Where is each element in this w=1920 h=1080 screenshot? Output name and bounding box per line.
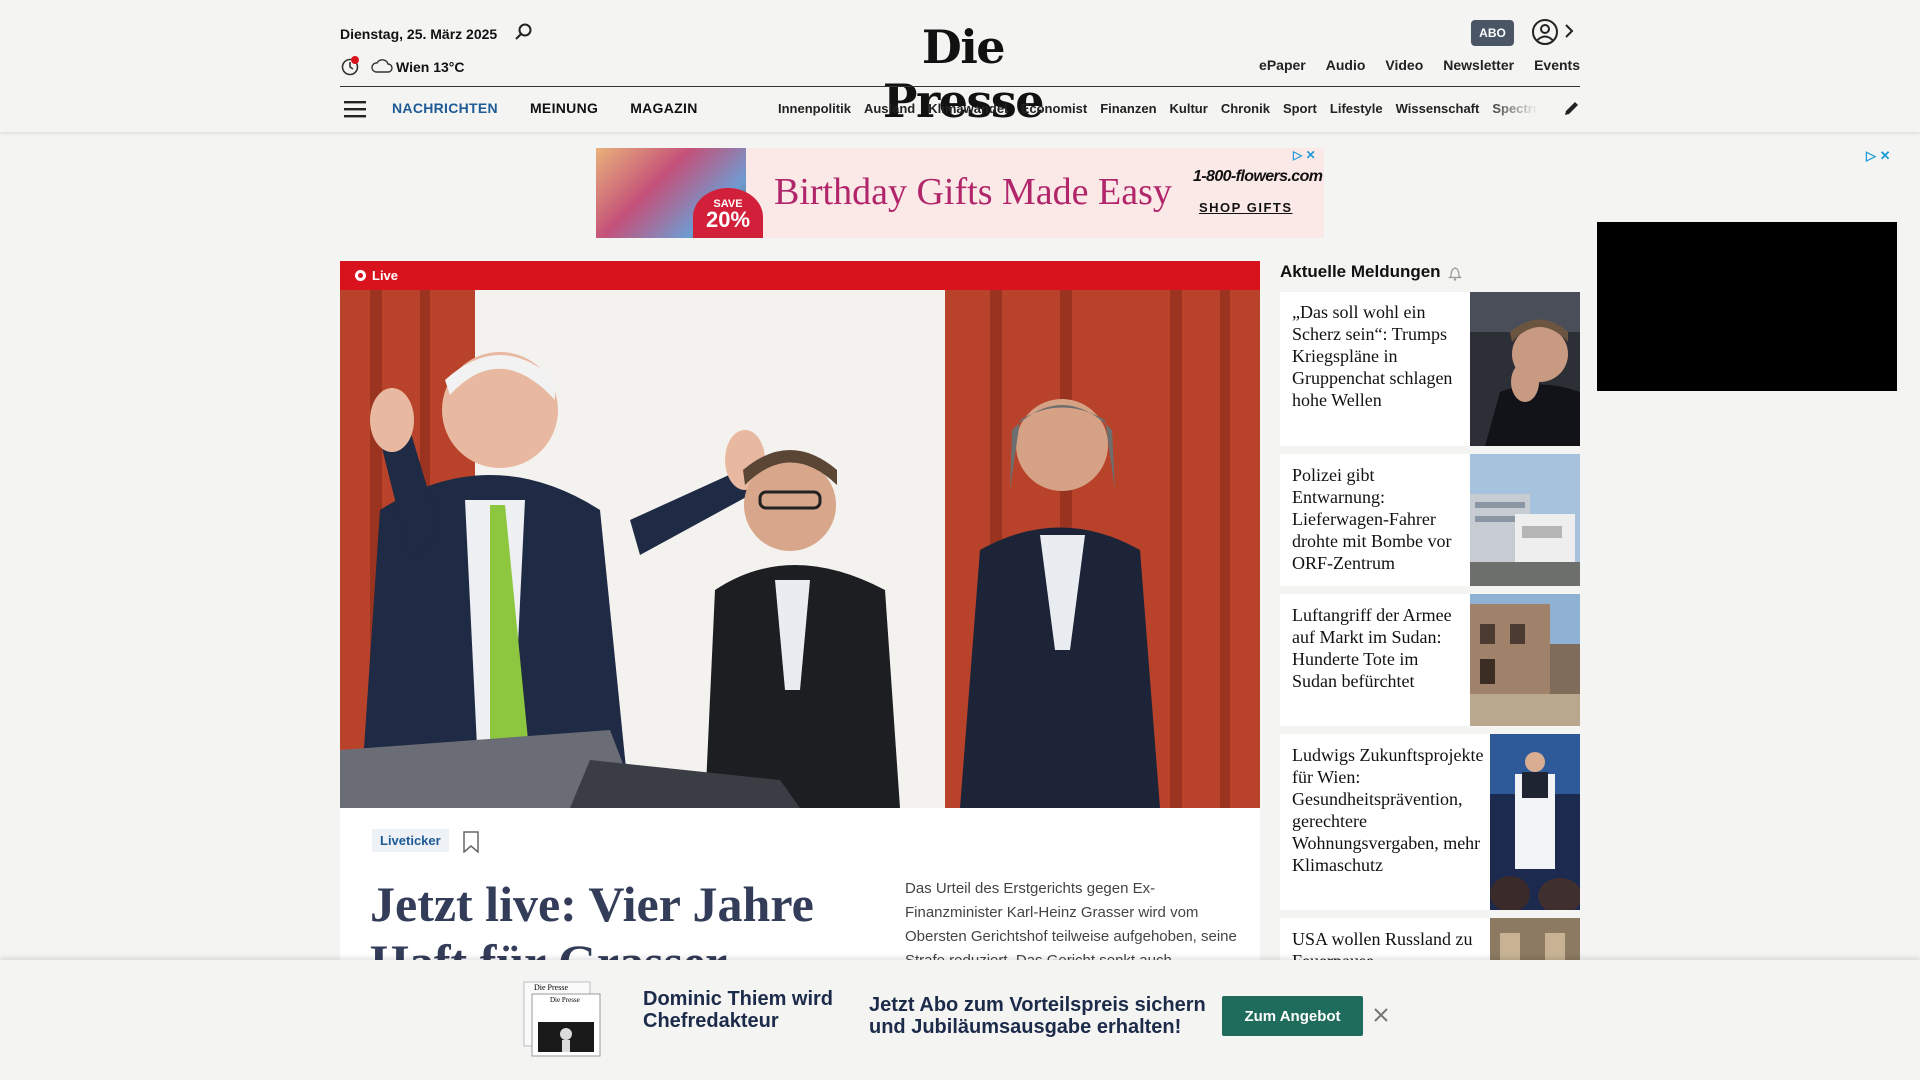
promo-headline: Dominic Thiem wird Chefredakteur xyxy=(643,988,834,1032)
ad-save-badge: SAVE 20% xyxy=(693,188,763,238)
section-nav: Innenpolitik Ausland Klimawandel Economi… xyxy=(778,101,1538,116)
svg-text:Die Presse: Die Presse xyxy=(550,996,580,1004)
news-item[interactable]: Luftangriff der Armee auf Markt im Sudan… xyxy=(1280,594,1580,726)
ad-choices-icon[interactable]: ▷ ✕ xyxy=(1293,148,1316,162)
offer-button[interactable]: Zum Angebot xyxy=(1222,996,1363,1036)
top-links: ePaper Audio Video Newsletter Events xyxy=(1259,57,1580,73)
section-sport[interactable]: Sport xyxy=(1283,101,1317,116)
close-icon[interactable] xyxy=(1372,1006,1390,1024)
hamburger-menu-icon[interactable] xyxy=(344,100,366,118)
link-epaper[interactable]: ePaper xyxy=(1259,57,1306,73)
section-chronik[interactable]: Chronik xyxy=(1221,101,1270,116)
live-label: Live xyxy=(372,268,399,283)
section-finanzen[interactable]: Finanzen xyxy=(1100,101,1156,116)
notification-bell-icon[interactable] xyxy=(340,56,360,76)
weather-label: Wien 13°C xyxy=(396,59,465,75)
news-item[interactable]: „Das soll wohl ein Scherz sein“: Trumps … xyxy=(1280,292,1580,446)
pencil-icon[interactable] xyxy=(1562,100,1580,118)
bookmark-icon[interactable] xyxy=(463,831,479,853)
svg-text:Die Presse: Die Presse xyxy=(534,983,568,992)
aktuell-heading: Aktuelle Meldungen xyxy=(1280,262,1441,281)
section-wissenschaft[interactable]: Wissenschaft xyxy=(1396,101,1480,116)
link-events[interactable]: Events xyxy=(1534,57,1580,73)
hero-image[interactable] xyxy=(340,290,1260,808)
news-title[interactable]: Ludwigs Zukunftsprojekte für Wien: Gesun… xyxy=(1292,744,1487,876)
cloud-icon xyxy=(371,59,393,73)
section-ausland[interactable]: Ausland xyxy=(864,101,915,116)
live-bar: Live xyxy=(340,261,1260,290)
news-thumbnail xyxy=(1470,454,1580,586)
news-thumbnail xyxy=(1470,594,1580,726)
news-title[interactable]: „Das soll wohl ein Scherz sein“: Trumps … xyxy=(1292,301,1462,411)
liveticker-badge[interactable]: Liveticker xyxy=(372,829,449,852)
nav-meinung[interactable]: MEINUNG xyxy=(530,100,598,116)
section-kultur[interactable]: Kultur xyxy=(1170,101,1208,116)
courtroom-photo xyxy=(340,290,1260,808)
news-item[interactable]: Polizei gibt Entwarnung: Lieferwagen-Fah… xyxy=(1280,454,1580,586)
ad-cta-link[interactable]: SHOP GIFTS xyxy=(1199,200,1293,215)
link-video[interactable]: Video xyxy=(1385,57,1423,73)
abo-button[interactable]: ABO xyxy=(1471,20,1514,46)
link-newsletter[interactable]: Newsletter xyxy=(1443,57,1514,73)
section-innenpolitik[interactable]: Innenpolitik xyxy=(778,101,851,116)
search-icon[interactable] xyxy=(514,22,534,42)
main-nav: NACHRICHTEN MEINUNG MAGAZIN xyxy=(392,100,698,116)
section-spectrum[interactable]: Spectrum xyxy=(1492,101,1538,116)
hero-teaser: Das Urteil des Erstgerichts gegen Ex-Fin… xyxy=(905,880,1237,969)
ad-headline: Birthday Gifts Made Easy xyxy=(774,171,1172,213)
header-inner: Dienstag, 25. März 2025 Wien 13°C Die Pr… xyxy=(340,0,1580,132)
nav-nachrichten[interactable]: NACHRICHTEN xyxy=(392,100,498,116)
news-thumbnail xyxy=(1490,734,1580,910)
news-title[interactable]: Polizei gibt Entwarnung: Lieferwagen-Fah… xyxy=(1292,464,1467,574)
news-thumbnail xyxy=(1470,292,1580,446)
nav-magazin[interactable]: MAGAZIN xyxy=(630,100,697,116)
site-header: Dienstag, 25. März 2025 Wien 13°C Die Pr… xyxy=(0,0,1920,132)
section-klimawandel[interactable]: Klimawandel xyxy=(928,101,1007,116)
user-account-icon[interactable] xyxy=(1531,18,1559,46)
ad-save-percent: 20% xyxy=(705,207,751,232)
news-item[interactable]: Ludwigs Zukunftsprojekte für Wien: Gesun… xyxy=(1280,734,1580,910)
header-divider xyxy=(340,86,1580,87)
hero-article[interactable]: Live Liveticker Jetzt live: Vier Jahre D… xyxy=(340,261,1260,1041)
news-title[interactable]: Luftangriff der Armee auf Markt im Sudan… xyxy=(1292,604,1467,692)
promo-text: Jetzt Abo zum Vorteilspreis sichern und … xyxy=(869,994,1206,1038)
section-lifestyle[interactable]: Lifestyle xyxy=(1330,101,1383,116)
subscription-promo-bar: Die Presse Die Presse Dominic Thiem wird… xyxy=(0,960,1920,1080)
ad-brand: 1-800-flowers.com xyxy=(1193,168,1323,185)
section-economist[interactable]: Economist xyxy=(1021,101,1087,116)
live-dot-icon xyxy=(355,270,366,281)
side-ad-choices-icon[interactable]: ▷ ✕ xyxy=(1866,148,1891,164)
newspaper-stack-image: Die Presse Die Presse xyxy=(523,981,601,1057)
link-audio[interactable]: Audio xyxy=(1326,57,1366,73)
chevron-right-icon[interactable] xyxy=(1564,23,1574,39)
side-video-ad[interactable] xyxy=(1597,222,1897,391)
bell-icon[interactable] xyxy=(1448,265,1462,281)
ad-banner[interactable]: SAVE 20% Birthday Gifts Made Easy 1-800-… xyxy=(596,148,1324,238)
current-date: Dienstag, 25. März 2025 xyxy=(340,26,498,42)
